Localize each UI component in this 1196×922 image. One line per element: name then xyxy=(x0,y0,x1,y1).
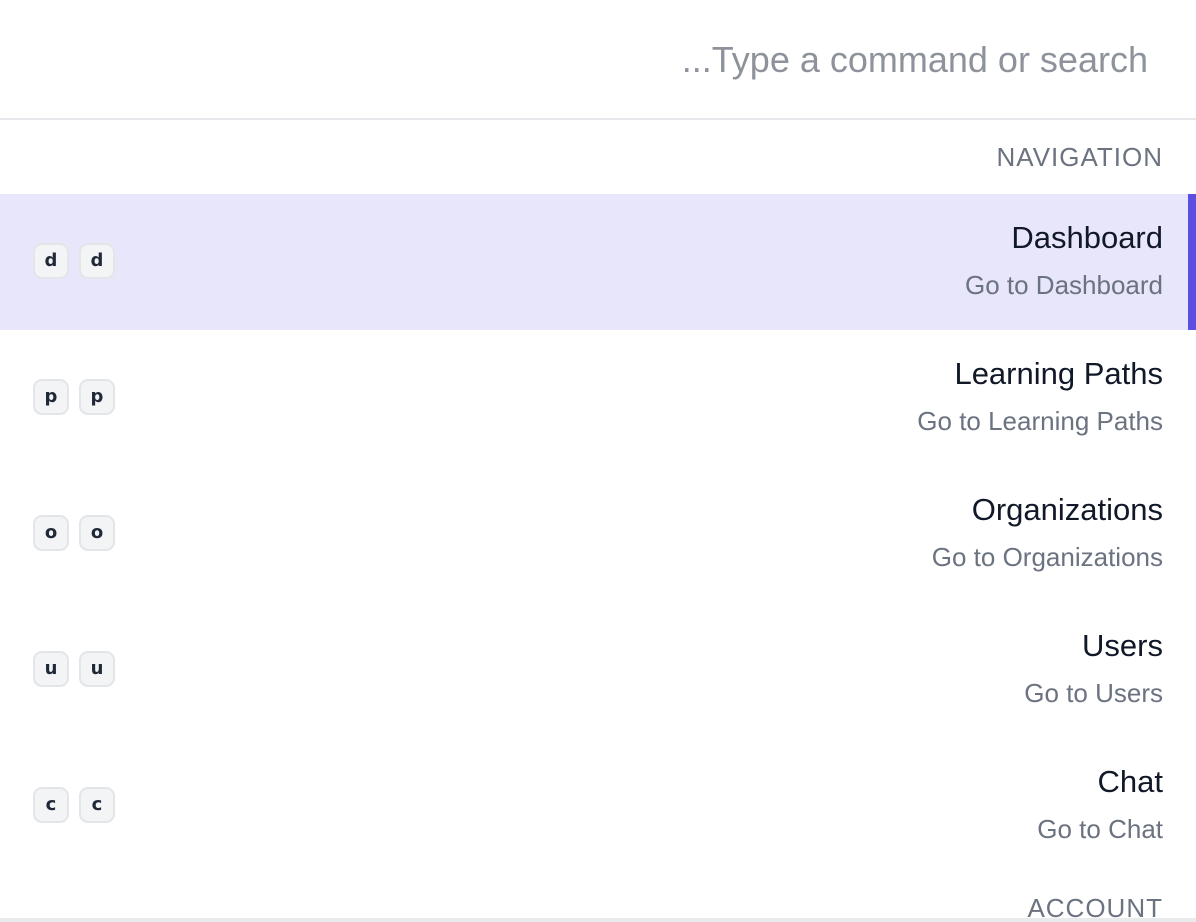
shortcut-keys: c c xyxy=(33,787,115,823)
shortcut-key: d xyxy=(33,243,69,279)
command-item-learning-paths[interactable]: p p Learning Paths Go to Learning Paths xyxy=(0,330,1196,466)
shortcut-key: o xyxy=(33,515,69,551)
command-palette: NAVIGATION d d Dashboard Go to Dashboard… xyxy=(0,0,1196,922)
command-item-title: Dashboard xyxy=(1011,220,1163,255)
shortcut-key: d xyxy=(79,243,115,279)
shortcut-keys: o o xyxy=(33,515,115,551)
command-item-title: Learning Paths xyxy=(954,356,1163,391)
command-item-title: Users xyxy=(1082,628,1163,663)
command-item-dashboard[interactable]: d d Dashboard Go to Dashboard xyxy=(0,194,1196,330)
command-item-subtitle: Go to Organizations xyxy=(931,542,1163,572)
shortcut-key: o xyxy=(79,515,115,551)
shortcut-key: c xyxy=(79,787,115,823)
selection-indicator xyxy=(1188,194,1196,330)
shortcut-keys: p p xyxy=(33,379,115,415)
shortcut-keys: u u xyxy=(33,651,115,687)
command-search-input[interactable] xyxy=(148,30,1148,90)
command-item-subtitle: Go to Users xyxy=(1024,678,1163,708)
command-item-subtitle: Go to Learning Paths xyxy=(917,406,1163,436)
command-item-organizations[interactable]: o o Organizations Go to Organizations xyxy=(0,466,1196,602)
command-item-chat[interactable]: c c Chat Go to Chat xyxy=(0,738,1196,874)
search-bar xyxy=(0,0,1196,120)
shortcut-keys: d d xyxy=(33,243,115,279)
palette-bottom-edge xyxy=(0,918,1196,922)
command-item-users[interactable]: u u Users Go to Users xyxy=(0,602,1196,738)
shortcut-key: c xyxy=(33,787,69,823)
command-item-title: Organizations xyxy=(971,492,1163,527)
shortcut-key: p xyxy=(79,379,115,415)
command-item-subtitle: Go to Dashboard xyxy=(964,270,1163,300)
shortcut-key: p xyxy=(33,379,69,415)
shortcut-key: u xyxy=(33,651,69,687)
command-item-title: Chat xyxy=(1097,764,1163,799)
group-heading-navigation: NAVIGATION xyxy=(996,142,1163,172)
command-item-subtitle: Go to Chat xyxy=(1037,814,1163,844)
shortcut-key: u xyxy=(79,651,115,687)
